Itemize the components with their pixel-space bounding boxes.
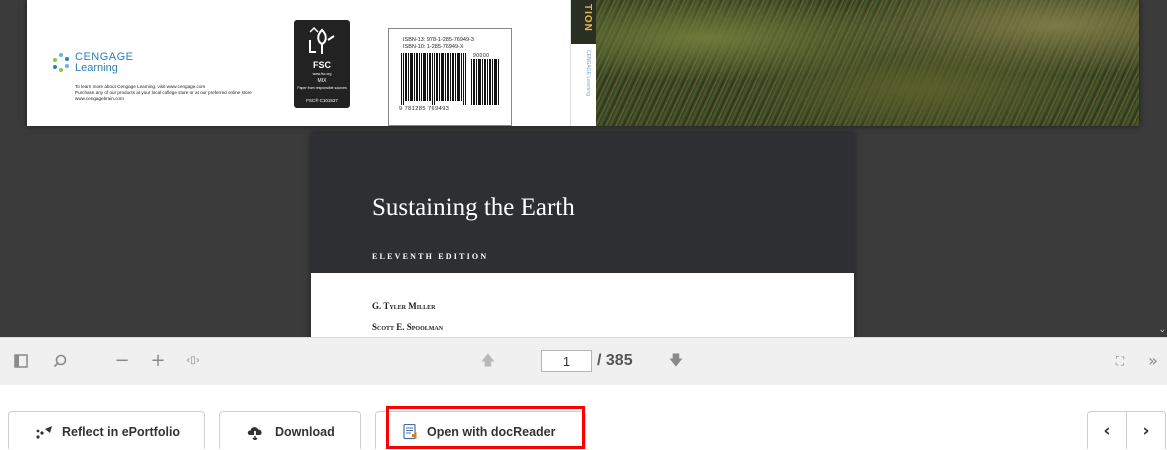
fsc-web: www.fsc.org xyxy=(312,72,332,76)
spine-word: TION xyxy=(582,4,593,32)
publisher-sub: Learning xyxy=(75,62,118,74)
cloud-download-icon xyxy=(247,427,262,440)
author-name: G. Tyler Miller xyxy=(372,301,436,311)
sidebar-toggle-icon[interactable] xyxy=(12,350,30,372)
fsc-label: FSC xyxy=(313,60,331,70)
reflect-in-eportfolio-button[interactable]: Reflect in ePortfolio xyxy=(8,411,205,449)
isbn-13: ISBN-13: 978-1-285-76949-3 xyxy=(403,37,474,43)
search-icon[interactable] xyxy=(51,350,69,372)
barcode-digits: 9 781285 769493 xyxy=(399,106,450,112)
fsc-mix: MIX xyxy=(317,78,327,84)
double-chevron-right-icon[interactable]: » xyxy=(1144,350,1162,372)
book-title: Sustaining the Earth xyxy=(372,194,575,221)
download-button[interactable]: Download xyxy=(219,411,361,449)
plus-icon[interactable]: + xyxy=(149,350,167,372)
viewer-scrollbar[interactable]: ⌄ xyxy=(1158,0,1167,337)
barcode-icon xyxy=(401,53,466,105)
publisher-info: To learn more about Cengage Learning, vi… xyxy=(75,84,265,102)
back-cover-page: CENGAGE Learning To learn more about Cen… xyxy=(27,0,1139,126)
download-label: Download xyxy=(275,425,335,439)
cengage-logo: CENGAGE Learning xyxy=(51,52,134,74)
page-total: / 385 xyxy=(597,352,633,369)
author-name: Scott E. Spoolman xyxy=(372,322,444,332)
cover-photo xyxy=(596,0,1139,126)
arrow-down-icon[interactable]: 🡇 xyxy=(668,350,684,372)
docreader-icon xyxy=(403,424,417,440)
fit-width-icon[interactable]: ‹▯› xyxy=(183,350,203,372)
title-band: Sustaining the Earth ELEVENTH EDITION xyxy=(311,133,854,273)
book-edition: ELEVENTH EDITION xyxy=(372,252,489,261)
reflect-label: Reflect in ePortfolio xyxy=(62,425,181,439)
scroll-down-icon[interactable]: ⌄ xyxy=(1158,326,1166,335)
minus-icon[interactable]: − xyxy=(113,350,131,372)
barcode-addon-icon xyxy=(471,59,499,105)
previous-item-button[interactable]: ‹ xyxy=(1087,411,1127,449)
fsc-code: FSC® C101537 xyxy=(306,98,338,103)
title-page: Sustaining the Earth ELEVENTH EDITION G.… xyxy=(311,133,854,337)
publisher-info-line: Purchase any of our products at your loc… xyxy=(75,90,252,101)
fullscreen-icon[interactable]: ⛶ xyxy=(1112,350,1128,372)
isbn-10: ISBN-10: 1-285-76949-X xyxy=(403,44,464,50)
arrow-up-icon[interactable]: 🡅 xyxy=(480,350,496,372)
fsc-badge: FSC www.fsc.org MIX Paper from responsib… xyxy=(294,20,350,108)
reflect-icon xyxy=(36,426,52,439)
fsc-text: Paper from responsible sources xyxy=(297,86,347,90)
document-viewer[interactable]: CENGAGE Learning To learn more about Cen… xyxy=(0,0,1167,337)
page-number-input[interactable] xyxy=(541,350,592,372)
isbn-barcode: ISBN-13: 978-1-285-76949-3 ISBN-10: 1-28… xyxy=(388,28,512,126)
cengage-mark-icon xyxy=(51,53,71,73)
book-spine: TION CENGAGE Learning xyxy=(570,0,597,126)
open-with-docreader-button[interactable]: Open with docReader xyxy=(375,411,586,449)
next-item-button[interactable]: › xyxy=(1126,411,1166,449)
viewer-toolbar: − + ‹▯› 🡅 / 385 🡇 ⛶ » xyxy=(0,337,1167,385)
spine-logo: CENGAGE Learning xyxy=(585,50,591,96)
docreader-label: Open with docReader xyxy=(427,425,556,439)
fsc-tree-icon xyxy=(309,26,335,54)
